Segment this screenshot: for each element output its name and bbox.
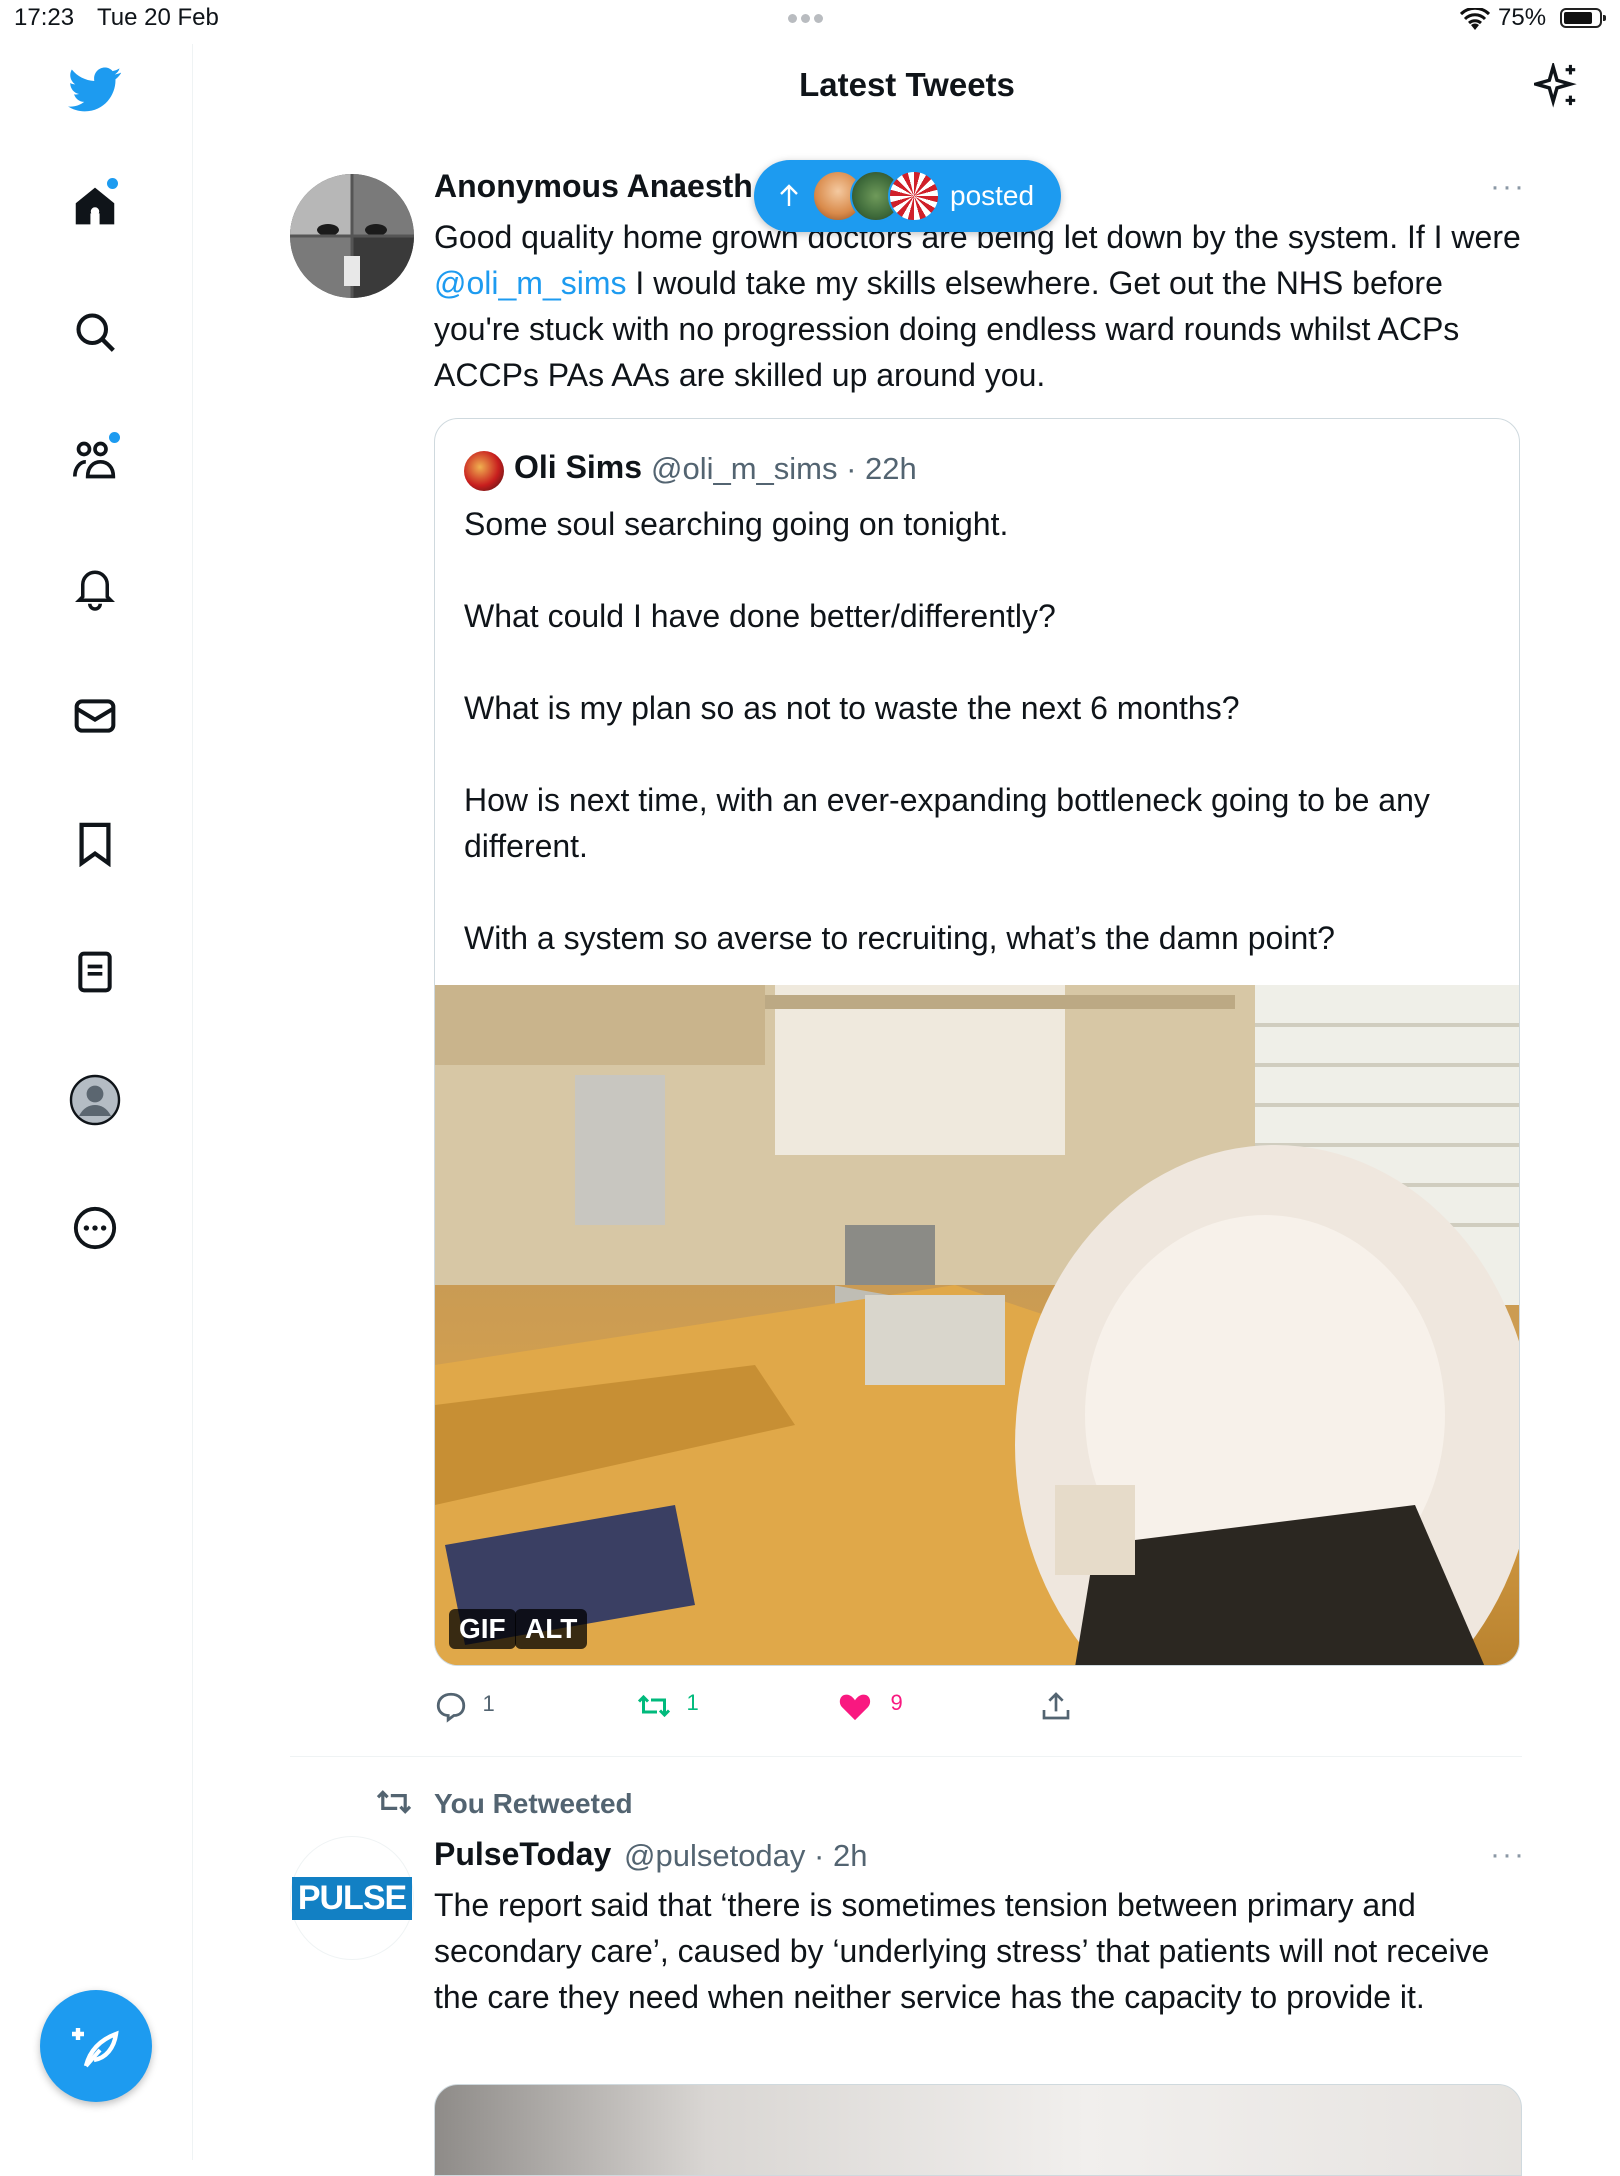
mention-link[interactable]: @oli_m_sims — [434, 265, 627, 301]
reply-count: 1 — [482, 1691, 495, 1717]
retweeted-indicator-icon — [374, 1786, 414, 1823]
more-icon — [73, 1206, 117, 1250]
tweet-divider — [290, 1756, 1522, 1757]
like-count: 9 — [890, 1690, 903, 1716]
wifi-icon — [1459, 6, 1491, 37]
quoted-author-name[interactable]: Oli Sims — [514, 449, 642, 486]
retweet-icon — [637, 1694, 671, 1717]
sidebar-item-profile[interactable] — [67, 1072, 123, 1128]
quoted-paragraph: What could I have done better/differentl… — [464, 598, 1056, 634]
poster-avatar — [888, 170, 940, 222]
alt-badge[interactable]: ALT — [515, 1609, 588, 1649]
sidebar-item-communities[interactable] — [67, 432, 123, 488]
retweet-button[interactable]: 1 — [636, 1690, 699, 1721]
sidebar-item-messages[interactable] — [67, 688, 123, 744]
sidebar-item-bookmarks[interactable] — [67, 816, 123, 872]
pulse-logo: PULSE — [291, 1876, 413, 1920]
battery-percentage: 75% — [1498, 4, 1547, 31]
tweet-media-image[interactable] — [434, 2084, 1522, 2176]
new-posts-label: posted — [950, 180, 1035, 211]
arrow-up-icon — [780, 184, 798, 206]
tweet-text: Good quality home grown doctors are bein… — [434, 214, 1524, 398]
sidebar-item-search[interactable] — [67, 304, 123, 360]
quoted-author-handle: @oli_m_sims · 22h — [651, 451, 917, 486]
search-icon — [76, 313, 115, 352]
status-date: Tue 20 Feb — [97, 4, 219, 31]
retweet-label[interactable]: You Retweeted — [434, 1788, 633, 1820]
bookmark-icon — [79, 822, 111, 867]
like-button[interactable]: 9 — [838, 1690, 903, 1722]
tweet-author-avatar[interactable]: PULSE — [290, 1836, 414, 1960]
quoted-tweet[interactable]: Oli Sims @oli_m_sims · 22h Some soul sea… — [434, 418, 1520, 1666]
tweet-author-handle: @pulsetoday · 2h — [624, 1838, 868, 1873]
bell-icon — [75, 570, 115, 611]
share-icon — [1042, 1692, 1070, 1720]
tweet-more-options-icon[interactable]: ··· — [1490, 1838, 1526, 1872]
profile-icon — [69, 1074, 121, 1126]
quoted-paragraph: What is my plan so as not to waste the n… — [464, 690, 1240, 726]
compose-feather-icon — [72, 2028, 119, 2068]
mail-icon — [74, 699, 116, 733]
quoted-paragraph: With a system so averse to recruiting, w… — [464, 920, 1335, 956]
status-time: 17:23 — [14, 4, 75, 31]
quoted-paragraph: Some soul searching going on tonight. — [464, 506, 1009, 542]
sidebar-item-lists[interactable] — [67, 944, 123, 1000]
tweet-author-name[interactable]: Anonymous Anaesth — [434, 168, 753, 205]
quoted-gif-media[interactable]: GIF ALT — [435, 985, 1519, 1665]
quoted-tweet-text: Some soul searching going on tonight. Wh… — [464, 501, 1484, 1007]
lists-icon — [78, 951, 112, 993]
gif-frame-image — [435, 985, 1519, 1665]
home-icon — [75, 187, 115, 225]
tweet-more-options-icon[interactable]: ··· — [1490, 170, 1526, 204]
gif-badge: GIF — [449, 1609, 516, 1649]
heart-icon — [839, 1694, 871, 1721]
twitter-logo-icon[interactable] — [67, 62, 123, 118]
sidebar-item-more[interactable] — [67, 1200, 123, 1256]
sidebar-item-home[interactable] — [67, 178, 123, 234]
retweet-count: 1 — [686, 1690, 699, 1715]
tweet-author-avatar[interactable] — [290, 174, 414, 298]
new-posts-pill[interactable]: posted — [754, 160, 1061, 232]
compose-tweet-button[interactable] — [40, 1990, 152, 2102]
quoted-paragraph: How is next time, with an ever-expanding… — [464, 782, 1430, 864]
multitasking-dots-icon[interactable] — [788, 10, 827, 28]
quoted-author-avatar[interactable] — [464, 451, 504, 491]
sidebar-item-notifications[interactable] — [67, 560, 123, 616]
tweet-author-name[interactable]: PulseToday — [434, 1836, 611, 1873]
reply-icon — [436, 1692, 466, 1723]
reply-button[interactable]: 1 — [434, 1690, 495, 1724]
battery-icon — [1560, 8, 1606, 28]
communities-icon — [73, 441, 116, 479]
share-button[interactable] — [1040, 1690, 1072, 1722]
page-title: Latest Tweets — [799, 66, 1015, 103]
sparkle-icon[interactable] — [1529, 60, 1580, 114]
tweet-text: The report said that ‘there is sometimes… — [434, 1887, 1490, 2015]
